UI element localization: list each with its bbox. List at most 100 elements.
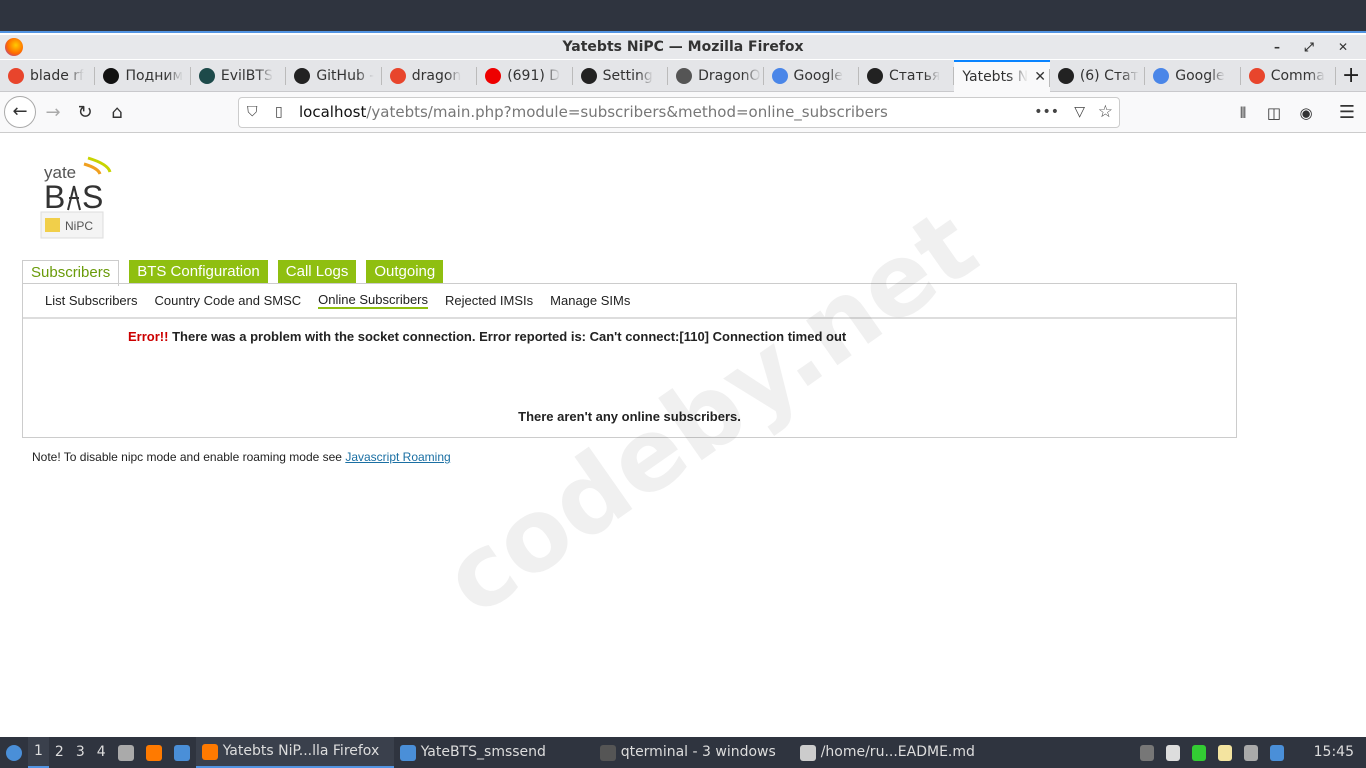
- window-label: Yatebts NiP...lla Firefox: [222, 743, 380, 759]
- taskbar-window[interactable]: qterminal - 3 windows: [594, 737, 794, 768]
- browser-tab[interactable]: blade rf: [0, 60, 96, 92]
- favicon-icon: [866, 68, 883, 84]
- tab-label: (6) Стат: [1079, 68, 1139, 84]
- favicon-icon: [485, 68, 502, 84]
- navigation-toolbar: ← → ↻ ⌂ ⛉ ▯ localhost/yatebts/main.php?m…: [0, 92, 1366, 133]
- file-manager-icon[interactable]: [112, 737, 140, 768]
- browser-tab[interactable]: EvilBTS: [191, 60, 287, 92]
- sub-tab[interactable]: Manage SIMs: [550, 293, 630, 308]
- more-actions-icon[interactable]: •••: [1034, 98, 1059, 127]
- favicon-icon: [8, 68, 24, 84]
- pocket-icon[interactable]: ▽: [1074, 98, 1085, 127]
- battery-icon[interactable]: [1134, 737, 1160, 768]
- window-label: /home/ru...EADME.md: [820, 744, 975, 760]
- shield-icon[interactable]: ⛉: [247, 98, 258, 127]
- tab-label: Google: [1175, 68, 1225, 84]
- url-bar[interactable]: ⛉ ▯ localhost/yatebts/main.php?module=su…: [238, 97, 1120, 128]
- main-tab[interactable]: Call Logs: [277, 260, 357, 284]
- new-tab-button[interactable]: +: [1336, 60, 1366, 91]
- tab-label: Google: [793, 68, 843, 84]
- main-tab[interactable]: Outgoing: [366, 260, 444, 284]
- favicon-icon: [1057, 68, 1074, 84]
- favicon-icon: [389, 68, 406, 84]
- workspace-button[interactable]: 2: [49, 737, 70, 768]
- browser-tab[interactable]: DragonO: [668, 60, 764, 92]
- workspace-button[interactable]: 3: [70, 737, 91, 768]
- browser-tab[interactable]: GitHub -: [286, 60, 382, 92]
- forward-button[interactable]: →: [38, 98, 68, 128]
- favicon-icon: [580, 68, 597, 84]
- browser-tab[interactable]: Setting: [573, 60, 669, 92]
- window-icon: [599, 744, 616, 761]
- favicon-icon: [676, 68, 693, 84]
- firefox-launcher-icon[interactable]: [140, 737, 168, 768]
- tab-label: Подним: [125, 68, 184, 84]
- browser-tab[interactable]: (6) Стат: [1050, 60, 1146, 92]
- folder-icon[interactable]: [168, 737, 196, 768]
- firefox-icon: [5, 38, 23, 56]
- reload-button[interactable]: ↻: [70, 98, 100, 128]
- url-path: /yatebts/main.php?module=subscribers&met…: [366, 103, 888, 121]
- window-controls[interactable]: – ⤢ ✕: [1274, 35, 1358, 59]
- taskbar: 1 2 3 4 Yatebts NiP...lla Firefox YateBTS_sms…: [0, 737, 1366, 768]
- workspace-button[interactable]: 4: [91, 737, 112, 768]
- error-text: There was a problem with the socket conn…: [172, 329, 847, 344]
- tab-label: DragonO: [698, 68, 761, 84]
- sub-tab[interactable]: Online Subscribers: [318, 292, 428, 309]
- browser-tab[interactable]: Google: [1145, 60, 1241, 92]
- workspace-button[interactable]: 1: [28, 737, 49, 768]
- browser-tab[interactable]: Статья: [859, 60, 955, 92]
- clock: 15:45: [1313, 744, 1354, 760]
- bookmark-star-icon[interactable]: ☆: [1098, 98, 1113, 127]
- tab-label: EvilBTS: [220, 68, 273, 84]
- main-tab[interactable]: BTS Configuration: [129, 260, 268, 284]
- network-icon[interactable]: [1186, 737, 1212, 768]
- taskbar-window[interactable]: YateBTS_smssend: [394, 737, 594, 768]
- taskbar-window[interactable]: /home/ru...EADME.md: [794, 737, 994, 768]
- display-icon[interactable]: [1238, 737, 1264, 768]
- favicon-icon: [771, 68, 788, 84]
- window-icon: [399, 744, 416, 761]
- favicon-icon: [1248, 68, 1265, 84]
- library-icon[interactable]: ⫴: [1228, 98, 1258, 128]
- browser-tab[interactable]: (691) D: [477, 60, 573, 92]
- volume-icon[interactable]: [1160, 737, 1186, 768]
- browser-tab[interactable]: Yatebts N ✕: [954, 60, 1050, 92]
- browser-tab[interactable]: Google: [764, 60, 859, 92]
- tab-label: GitHub -: [316, 68, 375, 84]
- favicon-icon: [103, 68, 120, 84]
- favicon-icon: [1153, 68, 1170, 84]
- account-icon[interactable]: ◉: [1291, 98, 1321, 128]
- tab-label: Статья: [888, 68, 941, 84]
- tab-label: (691) D: [507, 68, 561, 84]
- window-title: Yatebts NiPC — Mozilla Firefox: [562, 39, 804, 55]
- window-label: YateBTS_smssend: [420, 744, 546, 760]
- window-label: qterminal - 3 windows: [620, 744, 776, 760]
- clipboard-icon[interactable]: [1212, 737, 1238, 768]
- sub-tab[interactable]: Rejected IMSIs: [445, 293, 533, 308]
- browser-tab[interactable]: Comma: [1241, 60, 1337, 92]
- browser-tab[interactable]: dragon: [382, 60, 478, 92]
- close-tab-icon[interactable]: ✕: [1034, 69, 1046, 85]
- notification-icon[interactable]: [1264, 737, 1290, 768]
- sidebar-icon[interactable]: ◫: [1259, 98, 1289, 128]
- taskbar-window[interactable]: Yatebts NiP...lla Firefox: [195, 737, 394, 768]
- tab-label: Setting: [602, 68, 653, 84]
- tab-label: Comma: [1270, 68, 1325, 84]
- menu-icon[interactable]: ☰: [1332, 98, 1362, 128]
- tab-strip: blade rf Подним EvilBTS GitHub - dragon (691)…: [0, 60, 1366, 92]
- url-host: localhost: [299, 103, 367, 121]
- home-button[interactable]: ⌂: [102, 98, 132, 128]
- page-icon: ▯: [275, 104, 283, 120]
- browser-tab[interactable]: Подним: [95, 60, 191, 92]
- sub-tabs: List Subscribers Country Code and SMSC Onl…: [23, 284, 1236, 319]
- start-menu-button[interactable]: [0, 737, 28, 768]
- sub-tab[interactable]: List Subscribers: [45, 293, 137, 308]
- svg-text:B: B: [44, 179, 65, 215]
- note-text: Note! To disable nipc mode and enable ro…: [32, 450, 346, 464]
- back-button[interactable]: ←: [4, 96, 36, 128]
- javascript-roaming-link[interactable]: Javascript Roaming: [345, 450, 450, 464]
- sub-tab[interactable]: Country Code and SMSC: [154, 293, 301, 308]
- window-icon: [201, 743, 218, 760]
- window-titlebar: Yatebts NiPC — Mozilla Firefox – ⤢ ✕: [0, 35, 1366, 59]
